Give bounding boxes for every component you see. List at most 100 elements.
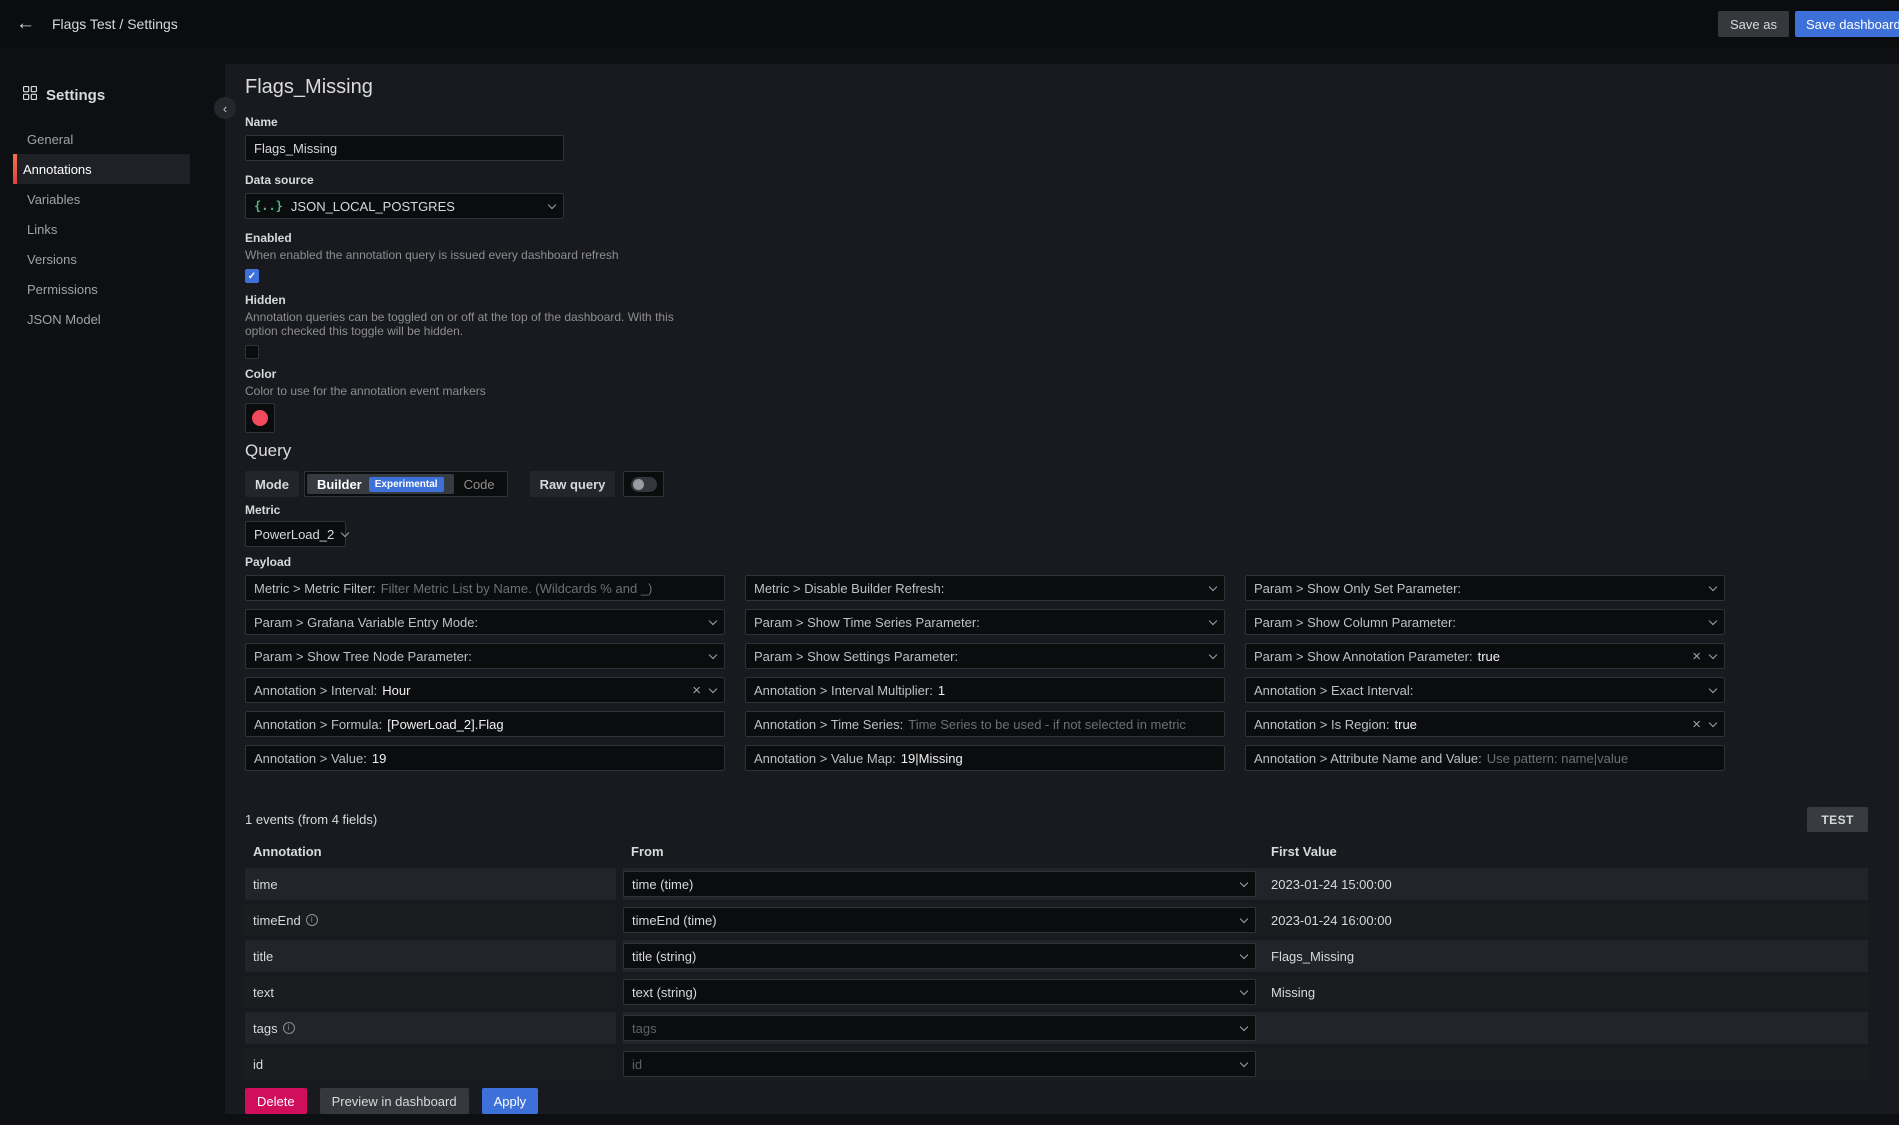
row-label: title bbox=[245, 940, 616, 972]
save-dashboard-button[interactable]: Save dashboard bbox=[1795, 11, 1899, 37]
sidebar-title-label: Settings bbox=[46, 87, 105, 104]
clear-icon[interactable]: × bbox=[1692, 717, 1701, 732]
payload-field-disable-builder-refresh[interactable]: Metric > Disable Builder Refresh: bbox=[745, 575, 1225, 601]
row-label: timeEnd i bbox=[245, 904, 616, 936]
chevron-down-icon bbox=[1209, 582, 1217, 590]
payload-field-interval[interactable]: Annotation > Interval: Hour × bbox=[245, 677, 725, 703]
payload-field-interval-multiplier[interactable]: Annotation > Interval Multiplier: 1 bbox=[745, 677, 1225, 703]
clear-icon[interactable]: × bbox=[1692, 649, 1701, 664]
sidebar-item-links[interactable]: Links bbox=[13, 214, 190, 244]
chevron-down-icon bbox=[1240, 1022, 1248, 1030]
chevron-down-icon bbox=[1709, 684, 1717, 692]
sidebar-item-permissions[interactable]: Permissions bbox=[13, 274, 190, 304]
datasource-select[interactable]: {..} JSON_LOCAL_POSTGRES bbox=[245, 193, 564, 219]
test-button[interactable]: TEST bbox=[1807, 807, 1868, 832]
table-row-id: id id bbox=[245, 1048, 1868, 1080]
save-as-button[interactable]: Save as bbox=[1718, 11, 1789, 37]
header-annotation: Annotation bbox=[245, 844, 623, 862]
chevron-down-icon bbox=[548, 200, 556, 208]
raw-query-toggle[interactable] bbox=[623, 471, 664, 497]
row-body: timeEnd (time) 2023-01-24 16:00:00 bbox=[623, 904, 1868, 936]
table-row-time: time time (time) 2023-01-24 15:00:00 bbox=[245, 868, 1868, 900]
color-picker[interactable] bbox=[245, 403, 275, 433]
payload-field-time-series[interactable]: Annotation > Time Series: Time Series to… bbox=[745, 711, 1225, 737]
info-icon[interactable]: i bbox=[283, 1022, 295, 1034]
color-swatch-circle bbox=[252, 410, 268, 426]
sidebar-item-annotations[interactable]: Annotations bbox=[13, 154, 190, 184]
from-field-select[interactable]: title (string) bbox=[623, 943, 1256, 969]
chevron-down-icon bbox=[1240, 878, 1248, 886]
mode-option-code[interactable]: Code bbox=[454, 474, 505, 494]
payload-field-exact-interval[interactable]: Annotation > Exact Interval: bbox=[1245, 677, 1725, 703]
row-label: text bbox=[245, 976, 616, 1008]
mode-option-builder[interactable]: Builder Experimental bbox=[307, 474, 454, 494]
chevron-down-icon bbox=[709, 616, 717, 624]
check-icon: ✓ bbox=[248, 271, 256, 282]
enabled-checkbox[interactable]: ✓ bbox=[245, 269, 259, 283]
chevron-down-icon bbox=[1209, 650, 1217, 658]
from-field-select[interactable]: id bbox=[623, 1051, 1256, 1077]
top-bar: ← Flags Test / Settings Save as Save das… bbox=[0, 0, 1899, 48]
sidebar-item-versions[interactable]: Versions bbox=[13, 244, 190, 274]
hidden-checkbox[interactable] bbox=[245, 345, 259, 359]
first-value: Missing bbox=[1271, 985, 1315, 1000]
sidebar-item-variables[interactable]: Variables bbox=[13, 184, 190, 214]
payload-field-value[interactable]: Annotation > Value: 19 bbox=[245, 745, 725, 771]
row-label: time bbox=[245, 868, 616, 900]
collapse-panel-button[interactable]: ‹ bbox=[214, 97, 236, 119]
back-arrow-icon[interactable]: ← bbox=[16, 13, 42, 35]
metric-value: PowerLoad_2 bbox=[254, 527, 334, 542]
sidebar-item-json-model[interactable]: JSON Model bbox=[13, 304, 190, 334]
results-table: time time (time) 2023-01-24 15:00:00 tim… bbox=[245, 868, 1868, 1080]
payload-grid: Metric > Metric Filter: Filter Metric Li… bbox=[245, 575, 1868, 771]
apply-button[interactable]: Apply bbox=[482, 1088, 539, 1114]
settings-sidebar: Settings General Annotations Variables L… bbox=[0, 48, 210, 334]
toggle-knob bbox=[633, 479, 644, 490]
name-input[interactable] bbox=[245, 135, 564, 161]
payload-field-show-annotation-parameter[interactable]: Param > Show Annotation Parameter: true … bbox=[1245, 643, 1725, 669]
results-table-header: Annotation From First Value bbox=[245, 844, 1868, 862]
color-description: Color to use for the annotation event ma… bbox=[245, 384, 1868, 398]
annotation-settings-panel: Flags_Missing Name Data source {..} JSON… bbox=[225, 64, 1899, 1114]
metric-select[interactable]: PowerLoad_2 bbox=[245, 521, 346, 547]
from-field-select[interactable]: time (time) bbox=[623, 871, 1256, 897]
chevron-down-icon bbox=[341, 528, 349, 536]
chevron-down-icon bbox=[1240, 1058, 1248, 1066]
sidebar-item-general[interactable]: General bbox=[13, 124, 190, 154]
breadcrumb[interactable]: Flags Test / Settings bbox=[52, 16, 178, 32]
row-body: text (string) Missing bbox=[623, 976, 1868, 1008]
chevron-down-icon bbox=[1240, 914, 1248, 922]
table-row-title: title title (string) Flags_Missing bbox=[245, 940, 1868, 972]
from-field-select[interactable]: tags bbox=[623, 1015, 1256, 1041]
query-mode-row: Mode Builder Experimental Code Raw query bbox=[245, 471, 1868, 497]
payload-field-attribute-name-and-value[interactable]: Annotation > Attribute Name and Value: U… bbox=[1245, 745, 1725, 771]
table-row-tags: tags i tags bbox=[245, 1012, 1868, 1044]
table-row-timeend: timeEnd i timeEnd (time) 2023-01-24 16:0… bbox=[245, 904, 1868, 936]
payload-field-show-only-set-parameter[interactable]: Param > Show Only Set Parameter: bbox=[1245, 575, 1725, 601]
chevron-left-icon: ‹ bbox=[223, 101, 227, 116]
payload-field-show-column-parameter[interactable]: Param > Show Column Parameter: bbox=[1245, 609, 1725, 635]
payload-field-show-time-series-parameter[interactable]: Param > Show Time Series Parameter: bbox=[745, 609, 1225, 635]
chevron-down-icon bbox=[1709, 582, 1717, 590]
page-title: Flags_Missing bbox=[245, 76, 1868, 99]
payload-field-show-tree-node-parameter[interactable]: Param > Show Tree Node Parameter: bbox=[245, 643, 725, 669]
first-value: Flags_Missing bbox=[1271, 949, 1354, 964]
from-field-select[interactable]: timeEnd (time) bbox=[623, 907, 1256, 933]
actions-row: Delete Preview in dashboard Apply bbox=[245, 1088, 1868, 1114]
info-icon[interactable]: i bbox=[306, 914, 318, 926]
events-summary: 1 events (from 4 fields) bbox=[245, 812, 377, 827]
color-label: Color bbox=[245, 367, 1868, 381]
preview-in-dashboard-button[interactable]: Preview in dashboard bbox=[320, 1088, 469, 1114]
from-field-select[interactable]: text (string) bbox=[623, 979, 1256, 1005]
payload-field-show-settings-parameter[interactable]: Param > Show Settings Parameter: bbox=[745, 643, 1225, 669]
header-from: From bbox=[623, 844, 1271, 862]
payload-field-formula[interactable]: Annotation > Formula: [PowerLoad_2].Flag bbox=[245, 711, 725, 737]
clear-icon[interactable]: × bbox=[692, 683, 701, 698]
payload-field-is-region[interactable]: Annotation > Is Region: true × bbox=[1245, 711, 1725, 737]
payload-field-value-map[interactable]: Annotation > Value Map: 19|Missing bbox=[745, 745, 1225, 771]
datasource-label: Data source bbox=[245, 173, 1868, 187]
payload-field-metric-filter[interactable]: Metric > Metric Filter: Filter Metric Li… bbox=[245, 575, 725, 601]
payload-field-grafana-variable-entry-mode[interactable]: Param > Grafana Variable Entry Mode: bbox=[245, 609, 725, 635]
delete-button[interactable]: Delete bbox=[245, 1088, 307, 1114]
table-row-text: text text (string) Missing bbox=[245, 976, 1868, 1008]
